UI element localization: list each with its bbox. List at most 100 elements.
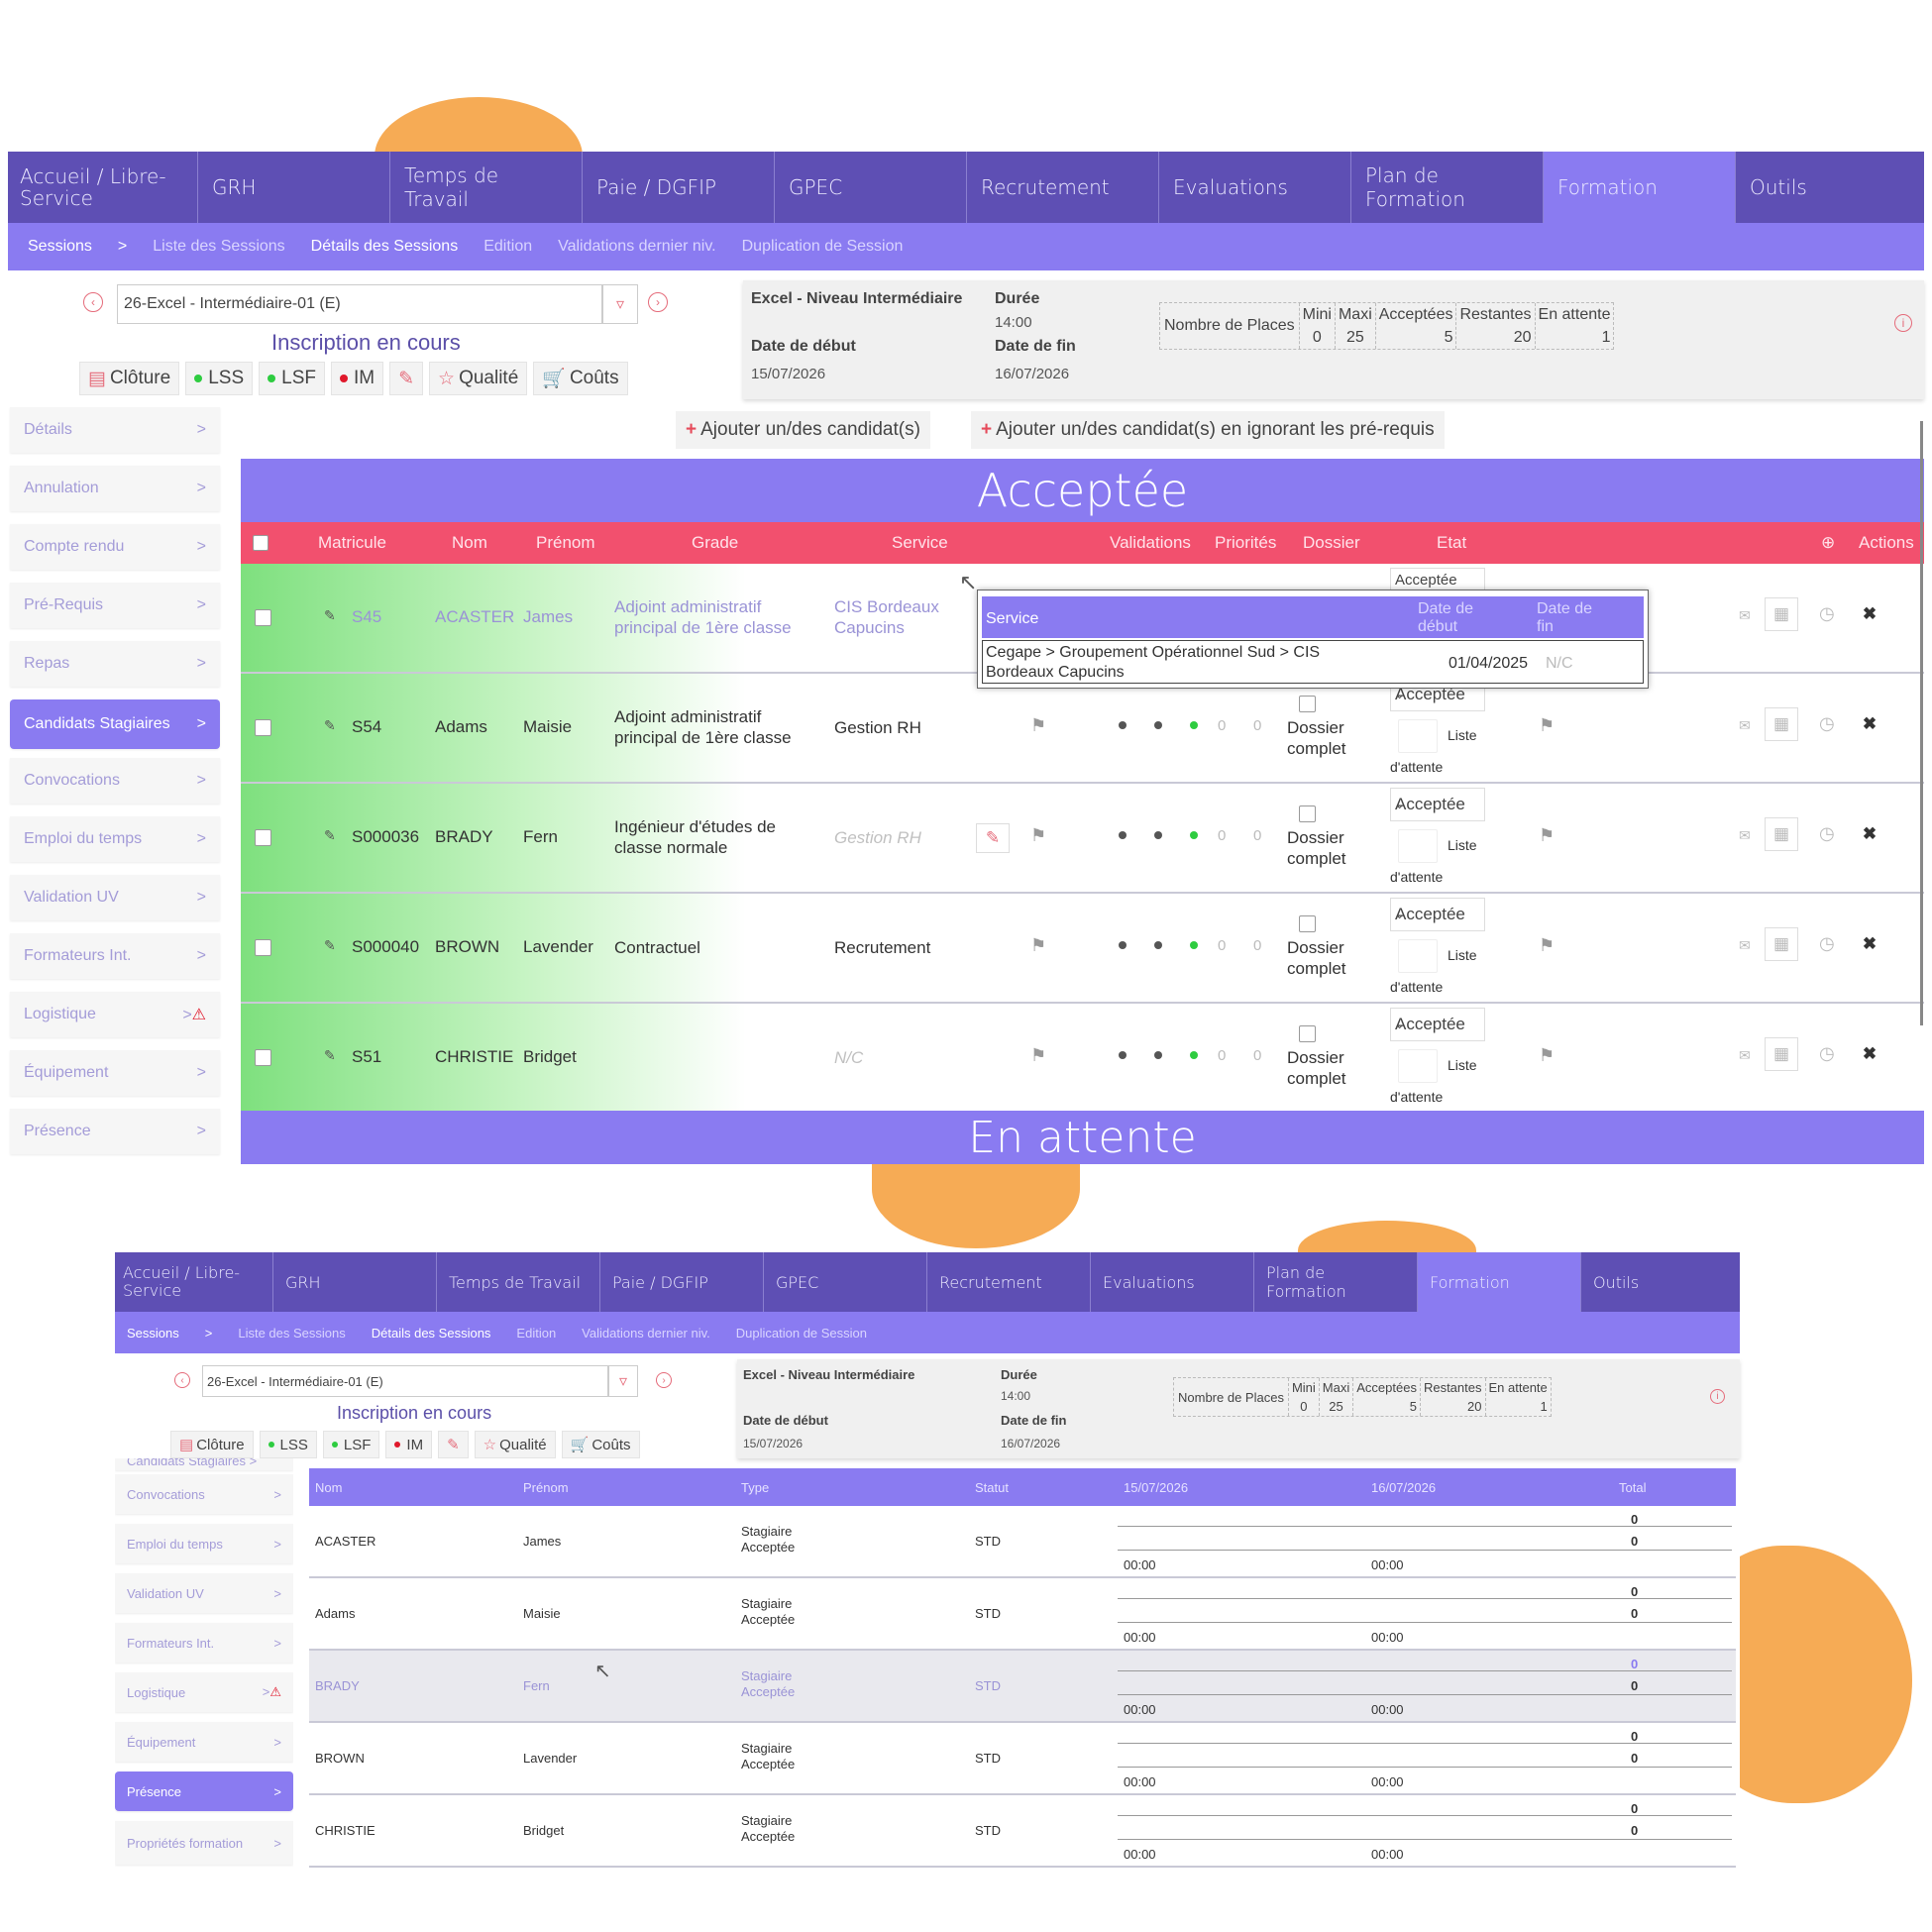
delete-icon[interactable]: ✖	[1853, 1037, 1886, 1071]
dossier-checkbox[interactable]	[1299, 1025, 1316, 1042]
nav-tab-evaluations[interactable]: Evaluations	[1159, 152, 1351, 223]
calendar-icon[interactable]: ▦	[1765, 927, 1798, 961]
nav-tab-plan-formation[interactable]: Plan de Formation	[1254, 1252, 1418, 1312]
sidebar-item-candidats[interactable]: Candidats Stagiaires >	[115, 1458, 293, 1470]
clock-icon[interactable]: ◷	[1819, 603, 1835, 624]
nav-tab-formation[interactable]: Formation	[1544, 152, 1736, 223]
cloture-button[interactable]: ▤ Clôture	[79, 362, 180, 395]
tag-icon[interactable]: ⚑	[1030, 935, 1046, 956]
nav-tab-formation[interactable]: Formation	[1418, 1252, 1581, 1312]
liste-attente-input[interactable]	[1398, 829, 1438, 863]
qualite-button[interactable]: ☆ Qualité	[429, 362, 528, 395]
cloture-button[interactable]: ▤ Clôture	[170, 1431, 254, 1458]
nav-tab-grh[interactable]: GRH	[198, 152, 390, 223]
add-candidate-ignore-button[interactable]: + Ajouter un/des candidat(s) en ignorant …	[971, 411, 1445, 449]
sidebar-item-logistique[interactable]: Logistique >⚠	[115, 1672, 293, 1712]
dossier-checkbox[interactable]	[1299, 915, 1316, 932]
col-validations[interactable]: Validations	[1110, 522, 1191, 564]
col-prenom[interactable]: Prénom	[523, 1480, 569, 1495]
tag-icon[interactable]: ⚑	[1539, 1045, 1555, 1066]
couts-button[interactable]: 🛒 Coûts	[561, 1431, 640, 1458]
sidebar-item-validation-uv[interactable]: Validation UV >	[115, 1573, 293, 1613]
pencil-icon[interactable]: ✎	[324, 827, 336, 844]
table-row[interactable]: Adams Maisie Stagiaire Acceptée STD 0 0 …	[309, 1578, 1736, 1651]
sidebar-item-formateurs[interactable]: Formateurs Int. >	[115, 1623, 293, 1663]
comment-icon[interactable]: ✉	[1739, 607, 1751, 624]
nav-tab-gpec[interactable]: GPEC	[775, 152, 967, 223]
row-checkbox[interactable]	[255, 939, 271, 956]
dossier-checkbox[interactable]	[1299, 805, 1316, 822]
table-row[interactable]: ACASTER James Stagiaire Acceptée STD 0 0…	[309, 1506, 1736, 1578]
subnav-liste[interactable]: Liste des Sessions	[153, 238, 284, 256]
delete-icon[interactable]: ✖	[1853, 817, 1886, 851]
subnav-duplication[interactable]: Duplication de Session	[736, 1326, 867, 1341]
sidebar-item-emploi[interactable]: Emploi du temps >	[10, 816, 220, 862]
delete-icon[interactable]: ✖	[1853, 927, 1886, 961]
delete-icon[interactable]: ✖	[1853, 597, 1886, 631]
sidebar-item-details[interactable]: Détails >	[10, 407, 220, 453]
clock-icon[interactable]: ◷	[1819, 823, 1835, 844]
subnav-validations[interactable]: Validations dernier niv.	[582, 1326, 710, 1341]
sidebar-item-equipement[interactable]: Équipement >	[115, 1722, 293, 1762]
subnav-liste[interactable]: Liste des Sessions	[238, 1326, 345, 1341]
subnav-edition[interactable]: Edition	[483, 238, 532, 256]
session-select[interactable]: 26-Excel - Intermédiaire-01 (E)	[202, 1365, 608, 1397]
sidebar-item-candidats[interactable]: Candidats Stagiaires >	[10, 699, 220, 749]
sidebar-item-convocations[interactable]: Convocations >	[115, 1474, 293, 1514]
comment-icon[interactable]: ✉	[1739, 717, 1751, 734]
row-checkbox[interactable]	[255, 829, 271, 846]
sidebar-item-presence[interactable]: Présence >	[115, 1771, 293, 1811]
sidebar-item-presence[interactable]: Présence >	[10, 1109, 220, 1154]
sidebar-item-compte-rendu[interactable]: Compte rendu >	[10, 524, 220, 570]
calendar-icon[interactable]: ▦	[1765, 707, 1798, 741]
nav-tab-temps[interactable]: Temps de Travail	[390, 152, 583, 223]
tag-icon[interactable]: ⚑	[1539, 935, 1555, 956]
nav-tab-paie[interactable]: Paie / DGFIP	[600, 1252, 764, 1312]
liste-attente-input[interactable]	[1398, 1049, 1438, 1083]
subnav-details[interactable]: Détails des Sessions	[311, 238, 459, 256]
session-dropdown-button[interactable]: ▿	[608, 1365, 638, 1397]
im-button[interactable]: IM	[385, 1431, 433, 1458]
next-session-icon[interactable]: ›	[648, 292, 668, 312]
col-priorites[interactable]: Priorités	[1215, 522, 1276, 564]
col-matricule[interactable]: Matricule	[318, 522, 386, 564]
table-row[interactable]: ✎ S54 Adams Maisie Adjoint administratif…	[241, 674, 1924, 784]
table-row[interactable]: ✎ S000040 BROWN Lavender Contractuel Rec…	[241, 894, 1924, 1004]
nav-tab-paie[interactable]: Paie / DGFIP	[583, 152, 775, 223]
subnav-details[interactable]: Détails des Sessions	[372, 1326, 491, 1341]
pencil-icon[interactable]: ✎	[324, 1047, 336, 1064]
edit-button[interactable]: ✎	[438, 1431, 469, 1458]
col-date2[interactable]: 16/07/2026	[1371, 1480, 1436, 1495]
select-all-checkbox[interactable]	[253, 522, 268, 564]
prev-session-icon[interactable]: ‹	[83, 292, 103, 312]
dossier-checkbox[interactable]	[1299, 696, 1316, 712]
liste-attente-input[interactable]	[1398, 939, 1438, 973]
nav-tab-recrutement[interactable]: Recrutement	[967, 152, 1159, 223]
add-circle-icon[interactable]: ⊕	[1821, 522, 1835, 564]
col-grade[interactable]: Grade	[692, 522, 738, 564]
etat-select[interactable]: Acceptée ⌄	[1390, 1008, 1485, 1041]
subnav-validations[interactable]: Validations dernier niv.	[558, 238, 716, 256]
sidebar-item-logistique[interactable]: Logistique >⚠	[10, 992, 220, 1037]
sidebar-item-prerequis[interactable]: Pré-Requis >	[10, 583, 220, 628]
row-checkbox[interactable]	[255, 1049, 271, 1066]
tag-icon[interactable]: ⚑	[1030, 825, 1046, 846]
qualite-button[interactable]: ☆ Qualité	[474, 1431, 556, 1458]
couts-button[interactable]: 🛒 Coûts	[533, 362, 628, 395]
col-nom[interactable]: Nom	[315, 1480, 342, 1495]
lss-button[interactable]: LSS	[185, 362, 254, 395]
sidebar-item-convocations[interactable]: Convocations >	[10, 758, 220, 804]
table-row[interactable]: BROWN Lavender Stagiaire Acceptée STD 0 …	[309, 1723, 1736, 1795]
etat-select[interactable]: Acceptée	[1390, 568, 1485, 591]
table-row[interactable]: ✎ S51 CHRISTIE Bridget N/C ⚑ 0 0 Dossier …	[241, 1004, 1924, 1114]
col-service[interactable]: Service	[892, 522, 948, 564]
etat-select[interactable]: Acceptée ⌄	[1390, 898, 1485, 931]
lsf-button[interactable]: LSF	[259, 362, 325, 395]
row-checkbox[interactable]	[255, 609, 271, 626]
pencil-icon[interactable]: ✎	[976, 823, 1010, 853]
col-etat[interactable]: Etat	[1437, 522, 1466, 564]
nav-tab-temps[interactable]: Temps de Travail	[437, 1252, 600, 1312]
nav-tab-outils[interactable]: Outils	[1581, 1252, 1740, 1312]
subnav-sessions[interactable]: Sessions	[127, 1326, 179, 1341]
nav-tab-accueil[interactable]: Accueil / Libre-Service	[8, 152, 198, 223]
